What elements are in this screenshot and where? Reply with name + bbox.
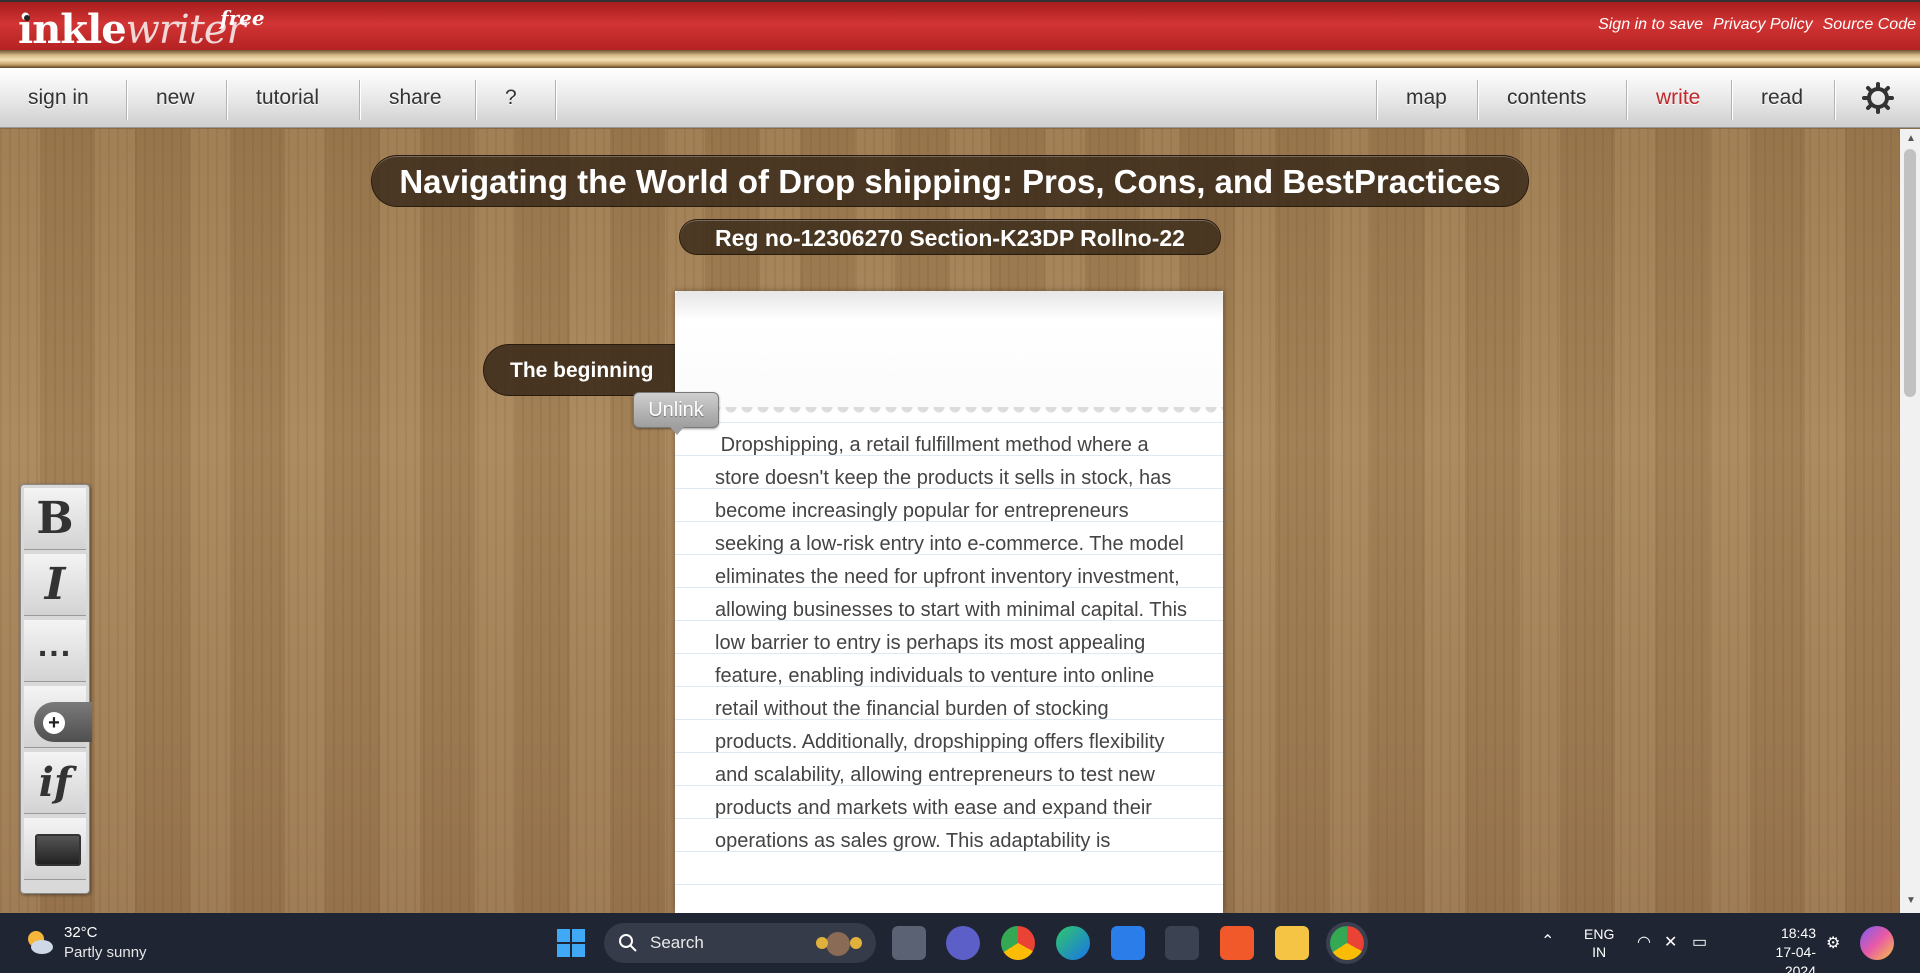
brave-icon[interactable]	[1220, 926, 1254, 960]
inklewriter-logo[interactable]: inklewriter free	[18, 6, 265, 53]
story-body-text[interactable]: Dropshipping, a retail fulfillment metho…	[715, 429, 1195, 858]
menu-divider	[1731, 80, 1732, 120]
task-view-icon[interactable]	[892, 926, 926, 960]
copilot-icon[interactable]	[1860, 926, 1894, 960]
menu-divider	[555, 80, 556, 120]
scroll-down-arrow-icon[interactable]: ▼	[1906, 895, 1916, 906]
unlink-button[interactable]: Unlink	[633, 392, 719, 435]
logo-free-badge: free	[220, 6, 265, 30]
brand-bar: inklewriter free Sign in to save Privacy…	[0, 0, 1920, 53]
app-cube-icon[interactable]	[1165, 926, 1199, 960]
story-author[interactable]: Reg no-12306270 Section-K23DP Rollno-22	[679, 219, 1221, 255]
menu-write[interactable]: write	[1628, 68, 1728, 128]
scroll-thumb[interactable]	[1904, 149, 1916, 397]
gold-strip	[0, 50, 1920, 68]
file-explorer-icon[interactable]	[1275, 926, 1309, 960]
partly-sunny-icon[interactable]	[22, 925, 56, 959]
wifi-icon[interactable]: ◠	[1637, 932, 1651, 973]
source-code-link[interactable]: Source Code	[1823, 16, 1916, 34]
menu-divider	[1376, 80, 1377, 120]
more-options-button[interactable]: ...	[24, 620, 86, 682]
menu-read[interactable]: read	[1733, 68, 1831, 128]
menu-new[interactable]: new	[128, 68, 223, 128]
add-option-slot: +	[34, 702, 92, 742]
menu-divider	[475, 80, 476, 120]
add-option-button[interactable]: +	[24, 686, 92, 748]
muted-speaker-icon[interactable]: ✕	[1664, 932, 1677, 973]
bold-button[interactable]: B	[24, 488, 86, 550]
weather-description[interactable]: Partly sunny	[64, 944, 147, 961]
menu-bar: sign in new tutorial share ? map content…	[0, 68, 1920, 128]
menu-tutorial[interactable]: tutorial	[228, 68, 347, 128]
chrome-icon[interactable]	[1001, 926, 1035, 960]
if-condition-button[interactable]: if	[24, 752, 86, 814]
clock-date: 17-04-2024	[1775, 944, 1816, 973]
vertical-scrollbar[interactable]: ▲ ▼	[1900, 129, 1920, 913]
paper-torn-edge	[675, 407, 1223, 419]
search-highlight-icon	[816, 932, 862, 956]
story-paper: Dropshipping, a retail fulfillment metho…	[675, 291, 1223, 913]
logo-main-text: inkle	[18, 6, 127, 53]
tray-expand-chevron-icon[interactable]: ⌃	[1541, 931, 1554, 973]
search-icon	[619, 934, 637, 952]
language-code: ENG	[1584, 926, 1615, 942]
menu-sign-in[interactable]: sign in	[0, 68, 117, 128]
taskbar-search[interactable]: Search	[604, 923, 876, 963]
top-links: Sign in to save Privacy Policy Source Co…	[1598, 16, 1916, 34]
menu-contents[interactable]: contents	[1479, 68, 1614, 128]
formatting-toolbar: B I ... + if	[20, 484, 92, 894]
image-icon	[35, 834, 81, 866]
privacy-policy-link[interactable]: Privacy Policy	[1713, 16, 1813, 34]
menu-share[interactable]: share	[361, 68, 470, 128]
menu-divider	[1834, 80, 1835, 120]
teams-icon[interactable]	[946, 926, 980, 960]
scroll-up-arrow-icon[interactable]: ▲	[1906, 133, 1916, 144]
sign-in-to-save-link[interactable]: Sign in to save	[1598, 16, 1703, 34]
search-label: Search	[650, 933, 704, 952]
taskbar: 32°C Partly sunny Search ⌃ ENG IN ◠ ✕ ▭ …	[0, 913, 1920, 973]
chrome-active-icon[interactable]	[1330, 926, 1364, 960]
menu-divider	[226, 80, 227, 120]
clock-time: 18:43	[1780, 925, 1816, 941]
paper-header	[675, 291, 1223, 409]
story-title[interactable]: Navigating the World of Drop shipping: P…	[371, 155, 1529, 207]
weather-temperature[interactable]: 32°C	[64, 924, 98, 941]
gear-icon[interactable]	[1862, 82, 1894, 114]
italic-button[interactable]: I	[24, 554, 86, 616]
language-indicator[interactable]: ENG IN	[1584, 925, 1614, 973]
menu-divider	[1626, 80, 1627, 120]
windows-start-icon[interactable]	[556, 928, 586, 958]
plus-circle-icon: +	[43, 712, 65, 734]
section-tab-the-beginning[interactable]: The beginning	[483, 344, 681, 396]
menu-map[interactable]: map	[1378, 68, 1475, 128]
microsoft-store-icon[interactable]	[1111, 926, 1145, 960]
insert-image-button[interactable]	[24, 818, 86, 880]
menu-divider	[126, 80, 127, 120]
notification-bell-icon[interactable]: ⚙	[1826, 933, 1840, 973]
battery-icon[interactable]: ▭	[1692, 932, 1707, 973]
menu-divider	[1477, 80, 1478, 120]
edge-icon[interactable]	[1056, 926, 1090, 960]
language-region: IN	[1592, 944, 1607, 960]
menu-help[interactable]: ?	[477, 68, 545, 128]
menu-divider	[359, 80, 360, 120]
logo-dot	[24, 15, 30, 21]
clock[interactable]: 18:43 17-04-2024	[1770, 924, 1816, 973]
